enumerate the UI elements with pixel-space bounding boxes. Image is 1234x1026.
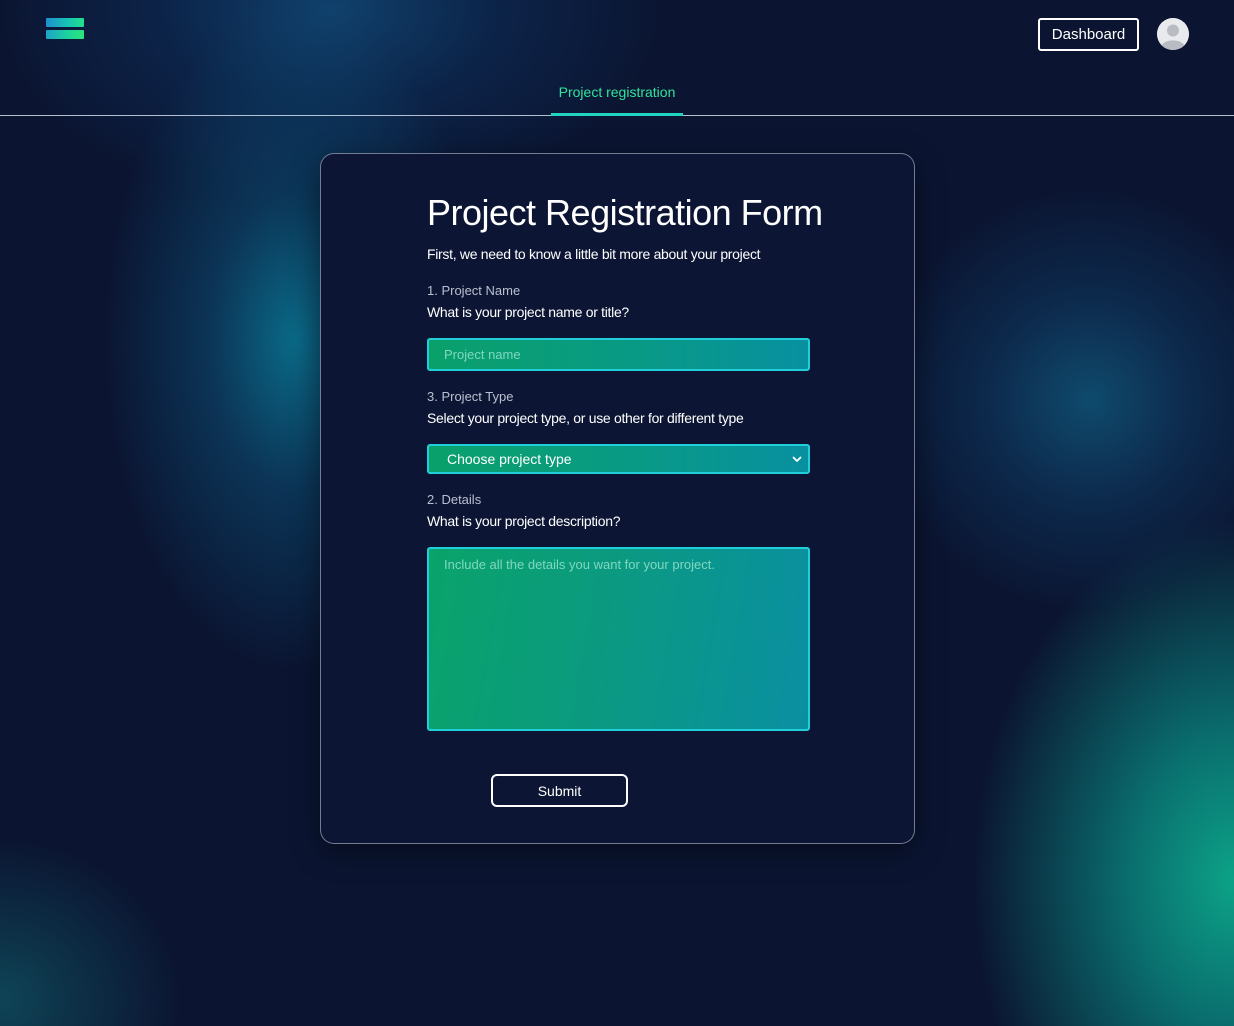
tab-label: Project registration xyxy=(558,84,676,100)
project-type-number-label: 3. Project Type xyxy=(427,389,514,404)
registration-card: Project Registration Form First, we need… xyxy=(320,153,915,844)
project-name-number-label: 1. Project Name xyxy=(427,283,521,298)
project-name-question: What is your project name or title? xyxy=(427,304,629,320)
tab-active-underline xyxy=(551,113,683,116)
project-type-select[interactable]: Choose project type xyxy=(427,444,810,474)
logo-bar-bottom xyxy=(46,30,84,39)
project-type-question: Select your project type, or use other f… xyxy=(427,410,744,426)
submit-button[interactable]: Submit xyxy=(491,774,628,807)
avatar-silhouette-icon xyxy=(1157,18,1189,50)
menu-logo-icon[interactable] xyxy=(46,18,84,41)
chevron-down-icon xyxy=(792,456,802,462)
project-name-input[interactable] xyxy=(427,338,810,371)
top-navbar: Dashboard Project registration xyxy=(0,0,1234,116)
user-avatar-icon[interactable] xyxy=(1157,18,1189,50)
logo-bar-top xyxy=(46,18,84,27)
project-type-selected-value: Choose project type xyxy=(447,451,572,467)
details-textarea[interactable] xyxy=(427,547,810,731)
tab-project-registration[interactable]: Project registration xyxy=(551,79,683,116)
form-subtitle: First, we need to know a little bit more… xyxy=(427,246,761,262)
details-number-label: 2. Details xyxy=(427,492,482,507)
form-title: Project Registration Form xyxy=(427,192,823,233)
dashboard-button[interactable]: Dashboard xyxy=(1038,18,1139,51)
details-question: What is your project description? xyxy=(427,513,621,529)
